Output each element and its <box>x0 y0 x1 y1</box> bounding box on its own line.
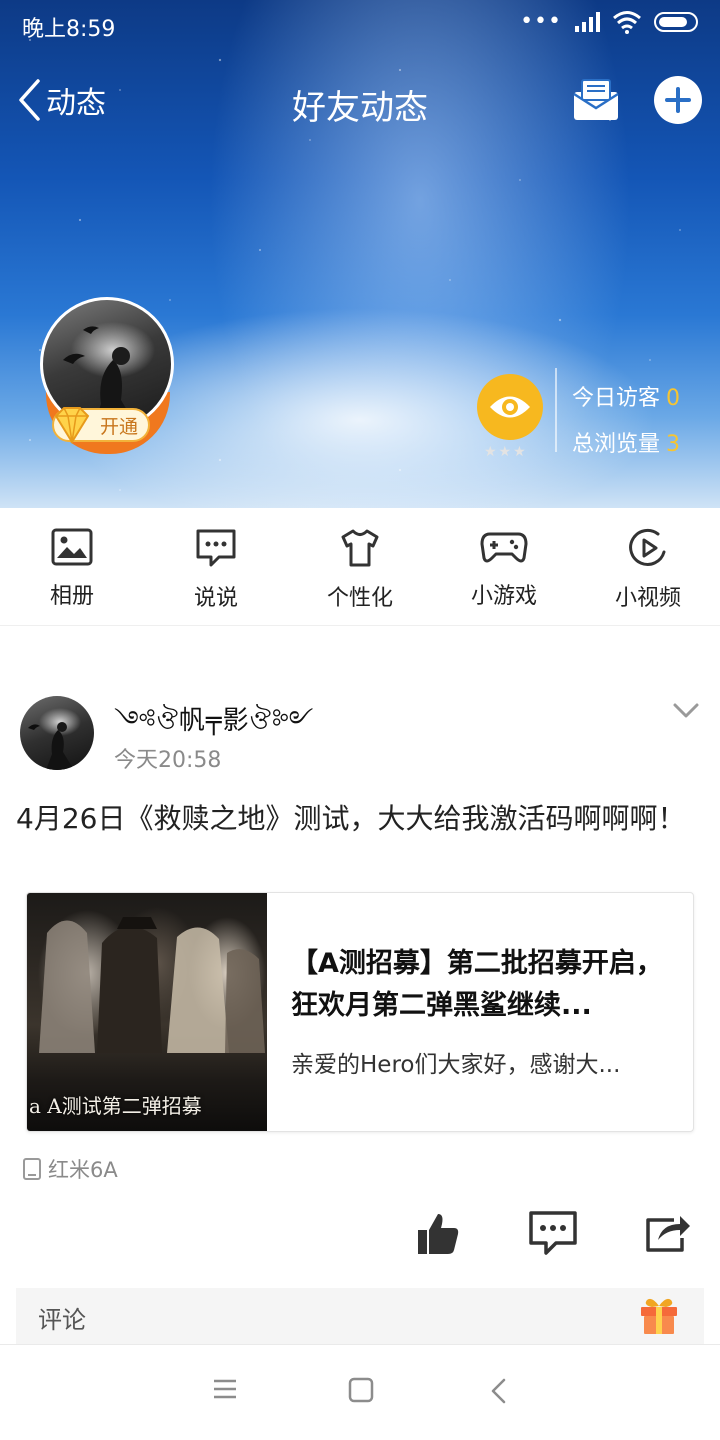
share-button[interactable] <box>644 1210 692 1258</box>
phone-icon <box>23 1158 41 1180</box>
play-video-icon <box>629 529 666 566</box>
today-visitors-value: 0 <box>666 386 681 411</box>
total-views-value: 3 <box>666 432 681 457</box>
post-options-button[interactable] <box>672 702 700 724</box>
top-nav: 动态 好友动态 <box>0 60 720 140</box>
chevron-down-icon <box>673 703 699 718</box>
avatar-artwork <box>28 722 74 770</box>
menu-album[interactable]: 相册 <box>0 508 144 625</box>
tshirt-icon <box>341 529 379 567</box>
shared-link-card[interactable]: a A测试第二弹招募 【A测招募】第二批招募开启，狂欢月第二弹黑鲨继续... 亲… <box>26 892 694 1132</box>
eye-icon <box>490 396 530 418</box>
post-author-avatar[interactable] <box>20 696 94 770</box>
status-icons: ••• <box>520 10 698 34</box>
shared-card-title: 【A测招募】第二批招募开启，狂欢月第二弹黑鲨继续... <box>291 948 663 1021</box>
today-visitors-row: 今日访客 0 <box>572 376 680 422</box>
post-device-name: 红米6A <box>48 1158 118 1182</box>
comment-input-bar[interactable]: 评论 <box>16 1288 704 1344</box>
wifi-icon <box>613 11 641 34</box>
plus-icon <box>665 87 691 113</box>
home-square-icon <box>348 1377 374 1403</box>
gamepad-icon <box>480 532 528 563</box>
status-time: 晚上8:59 <box>22 17 116 42</box>
back-arrow-icon <box>491 1378 506 1404</box>
thumbnail-artwork <box>39 917 265 1053</box>
mail-button[interactable] <box>572 78 620 126</box>
system-menu-button[interactable] <box>212 1377 238 1405</box>
post-action-bar <box>0 1210 720 1266</box>
comment-placeholder: 评论 <box>38 1306 86 1334</box>
cell-signal-icon <box>575 12 600 32</box>
visit-stats[interactable]: 今日访客 0 总浏览量 3 <box>572 376 680 468</box>
today-visitors-label: 今日访客 <box>572 386 661 411</box>
shared-card-description: 亲爱的Hero们大家好，感谢大... <box>291 1052 621 1078</box>
vip-open-badge[interactable]: 开通 <box>52 407 150 444</box>
gift-icon <box>641 1298 677 1334</box>
photo-album-icon <box>51 528 93 566</box>
menu-shortvideo[interactable]: 小视频 <box>576 508 720 625</box>
menu-personalize[interactable]: 个性化 <box>288 508 432 625</box>
menu-personalize-label: 个性化 <box>326 586 393 611</box>
system-back-button[interactable] <box>488 1377 510 1409</box>
battery-icon <box>654 12 698 32</box>
quick-menu: 相册 说说 个性化 小游戏 小视频 <box>0 508 720 626</box>
total-views-row: 总浏览量 3 <box>572 422 680 468</box>
menu-lines-icon <box>214 1379 236 1399</box>
thumbnail-caption: a A测试第二弹招募 <box>29 1094 202 1118</box>
comment-button[interactable] <box>528 1210 578 1260</box>
mail-icon <box>573 79 619 120</box>
gift-button[interactable] <box>638 1296 680 1340</box>
vip-badge-label: 开通 <box>99 415 138 438</box>
post-timestamp: 今天20:58 <box>114 748 222 773</box>
thumbs-up-icon <box>418 1214 459 1254</box>
menu-minigame[interactable]: 小游戏 <box>432 508 576 625</box>
menu-shuoshuo[interactable]: 说说 <box>144 508 288 625</box>
like-button[interactable] <box>414 1210 462 1262</box>
visitor-level-stars: ★★★ <box>484 444 528 460</box>
menu-minigame-label: 小游戏 <box>470 584 537 609</box>
menu-album-label: 相册 <box>49 584 94 609</box>
menu-shortvideo-label: 小视频 <box>614 586 681 611</box>
share-icon <box>646 1216 690 1252</box>
menu-shuoshuo-label: 说说 <box>193 586 238 611</box>
post-device-info: 红米6A <box>22 1154 118 1184</box>
system-home-button[interactable] <box>348 1377 374 1407</box>
notification-dots-icon: ••• <box>520 9 562 34</box>
total-views-label: 总浏览量 <box>572 432 661 457</box>
system-nav-bar <box>0 1344 720 1440</box>
post-text: 4月26日《救赎之地》测试，大大给我激活码啊啊啊！ <box>16 802 686 835</box>
comment-icon <box>529 1211 577 1255</box>
shared-card-thumbnail: a A测试第二弹招募 <box>27 893 267 1131</box>
status-bar: 晚上8:59 ••• <box>0 0 720 50</box>
add-button[interactable] <box>654 76 702 124</box>
chat-bubble-icon <box>196 529 236 567</box>
visit-divider <box>555 368 557 452</box>
visitor-button[interactable] <box>477 374 543 440</box>
diamond-icon <box>54 407 90 444</box>
